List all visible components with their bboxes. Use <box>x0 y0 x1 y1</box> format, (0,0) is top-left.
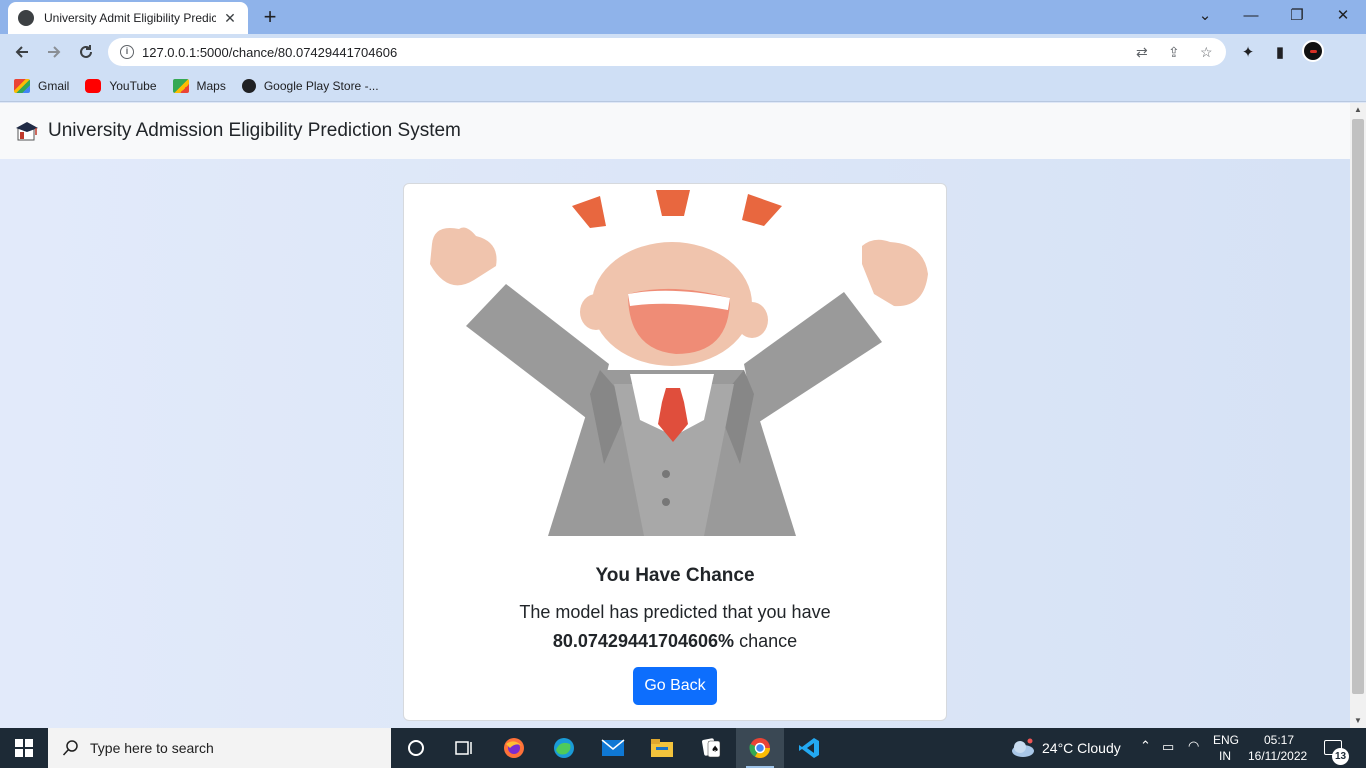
reload-button[interactable] <box>72 38 100 66</box>
bookmark-maps[interactable]: Maps <box>172 78 226 93</box>
tab-close-icon[interactable]: ✕ <box>222 10 238 27</box>
taskbar-search-box[interactable]: Type here to search <box>48 728 391 768</box>
result-chance-line: 80.07429441704606% chance <box>404 627 946 656</box>
firefox-icon[interactable] <box>490 728 538 768</box>
profile-avatar[interactable] <box>1302 40 1324 62</box>
bookmark-label: YouTube <box>109 78 157 93</box>
svg-text:♠: ♠ <box>711 745 719 755</box>
windows-taskbar: Type here to search ♠ 24°C Cloudy ⌃ ▭ ◠ … <box>0 728 1366 768</box>
result-prefix: The model has predicted that you have <box>519 602 831 622</box>
gmail-icon <box>14 78 30 93</box>
youtube-icon <box>85 78 102 93</box>
extensions-icon[interactable]: ✦ <box>1238 42 1258 62</box>
bookmark-label: Gmail <box>38 78 70 93</box>
globe-icon <box>18 10 34 26</box>
search-icon <box>62 740 78 756</box>
result-suffix: chance <box>739 631 798 651</box>
play-store-icon <box>241 78 256 93</box>
back-button[interactable] <box>8 38 36 66</box>
tab-search-button[interactable]: ⌄ <box>1182 0 1228 30</box>
go-back-button[interactable]: Go Back <box>633 667 717 705</box>
side-panel-icon[interactable]: ▮ <box>1270 42 1290 62</box>
task-view-icon[interactable] <box>440 728 488 768</box>
chance-value: 80.07429441704606% <box>552 631 735 651</box>
graduation-logo-icon <box>14 118 40 144</box>
tab-title: University Admit Eligibility Predic <box>44 11 216 25</box>
result-text: The model has predicted that you have 80… <box>404 598 946 656</box>
forward-button[interactable] <box>40 38 68 66</box>
bookmark-label: Google Play Store -... <box>263 78 379 93</box>
language-bottom[interactable]: IN <box>1219 749 1231 763</box>
back-arrow-icon <box>15 46 28 58</box>
maps-icon <box>172 78 189 93</box>
vscode-icon[interactable] <box>785 728 833 768</box>
tray-chevron-icon[interactable]: ⌃ <box>1140 738 1151 754</box>
wifi-icon[interactable]: ◠ <box>1188 738 1199 754</box>
bookmarks-bar: Gmail YouTube Maps Google Play Store -..… <box>0 70 1366 102</box>
bookmark-label: Maps <box>196 78 226 93</box>
maximize-button[interactable]: ❐ <box>1274 0 1320 30</box>
language-top[interactable]: ENG <box>1213 733 1239 747</box>
page-scrollbar[interactable]: ▲ ▼ <box>1350 103 1366 728</box>
weather-text[interactable]: 24°C Cloudy <box>1042 740 1121 756</box>
search-placeholder: Type here to search <box>90 740 214 756</box>
solitaire-icon[interactable]: ♠ <box>687 728 735 768</box>
new-tab-button[interactable]: + <box>258 5 282 29</box>
result-title: You Have Chance <box>595 565 755 586</box>
bookmark-star-icon[interactable]: ☆ <box>1200 44 1213 61</box>
cortana-icon[interactable] <box>392 728 440 768</box>
notification-count-badge: 13 <box>1332 748 1349 765</box>
address-bar[interactable]: i 127.0.0.1:5000/chance/80.0742944170460… <box>108 38 1226 66</box>
scroll-up-icon[interactable]: ▲ <box>1350 103 1366 117</box>
site-navbar: University Admission Eligibility Predict… <box>0 103 1350 159</box>
clock-time[interactable]: 05:17 <box>1264 733 1294 747</box>
page-viewport: University Admission Eligibility Predict… <box>0 103 1350 728</box>
site-info-icon[interactable]: i <box>120 45 134 59</box>
scroll-thumb[interactable] <box>1352 119 1364 694</box>
translate-icon[interactable]: ⇄ <box>1136 44 1148 61</box>
bookmark-gmail[interactable]: Gmail <box>14 78 70 93</box>
mail-icon[interactable] <box>589 728 637 768</box>
navbar-brand[interactable]: University Admission Eligibility Predict… <box>48 120 461 142</box>
clock-date[interactable]: 16/11/2022 <box>1248 749 1307 763</box>
reload-icon <box>80 45 92 58</box>
browser-tab[interactable]: University Admit Eligibility Predic ✕ <box>8 2 248 34</box>
chrome-icon[interactable] <box>736 728 784 768</box>
browser-toolbar: i 127.0.0.1:5000/chance/80.0742944170460… <box>0 34 1366 70</box>
file-explorer-icon[interactable] <box>638 728 686 768</box>
battery-icon[interactable]: ▭ <box>1162 739 1174 755</box>
result-card: You Have Chance The model has predicted … <box>403 183 947 721</box>
edge-icon[interactable] <box>540 728 588 768</box>
bookmark-youtube[interactable]: YouTube <box>85 78 157 93</box>
bookmark-play-store[interactable]: Google Play Store -... <box>241 78 379 93</box>
celebrating-man-illustration <box>430 190 928 536</box>
windows-logo-icon <box>15 739 33 757</box>
minimize-button[interactable]: — <box>1228 0 1274 30</box>
close-window-button[interactable]: ✕ <box>1320 0 1366 30</box>
start-button[interactable] <box>0 728 48 768</box>
scroll-down-icon[interactable]: ▼ <box>1350 714 1366 728</box>
forward-arrow-icon <box>48 46 61 58</box>
url-text: 127.0.0.1:5000/chance/80.07429441704606 <box>142 44 398 60</box>
share-icon[interactable]: ⇪ <box>1168 44 1180 61</box>
tab-strip: University Admit Eligibility Predic ✕ + … <box>0 0 1366 34</box>
cloudy-weather-icon[interactable] <box>1010 738 1036 758</box>
